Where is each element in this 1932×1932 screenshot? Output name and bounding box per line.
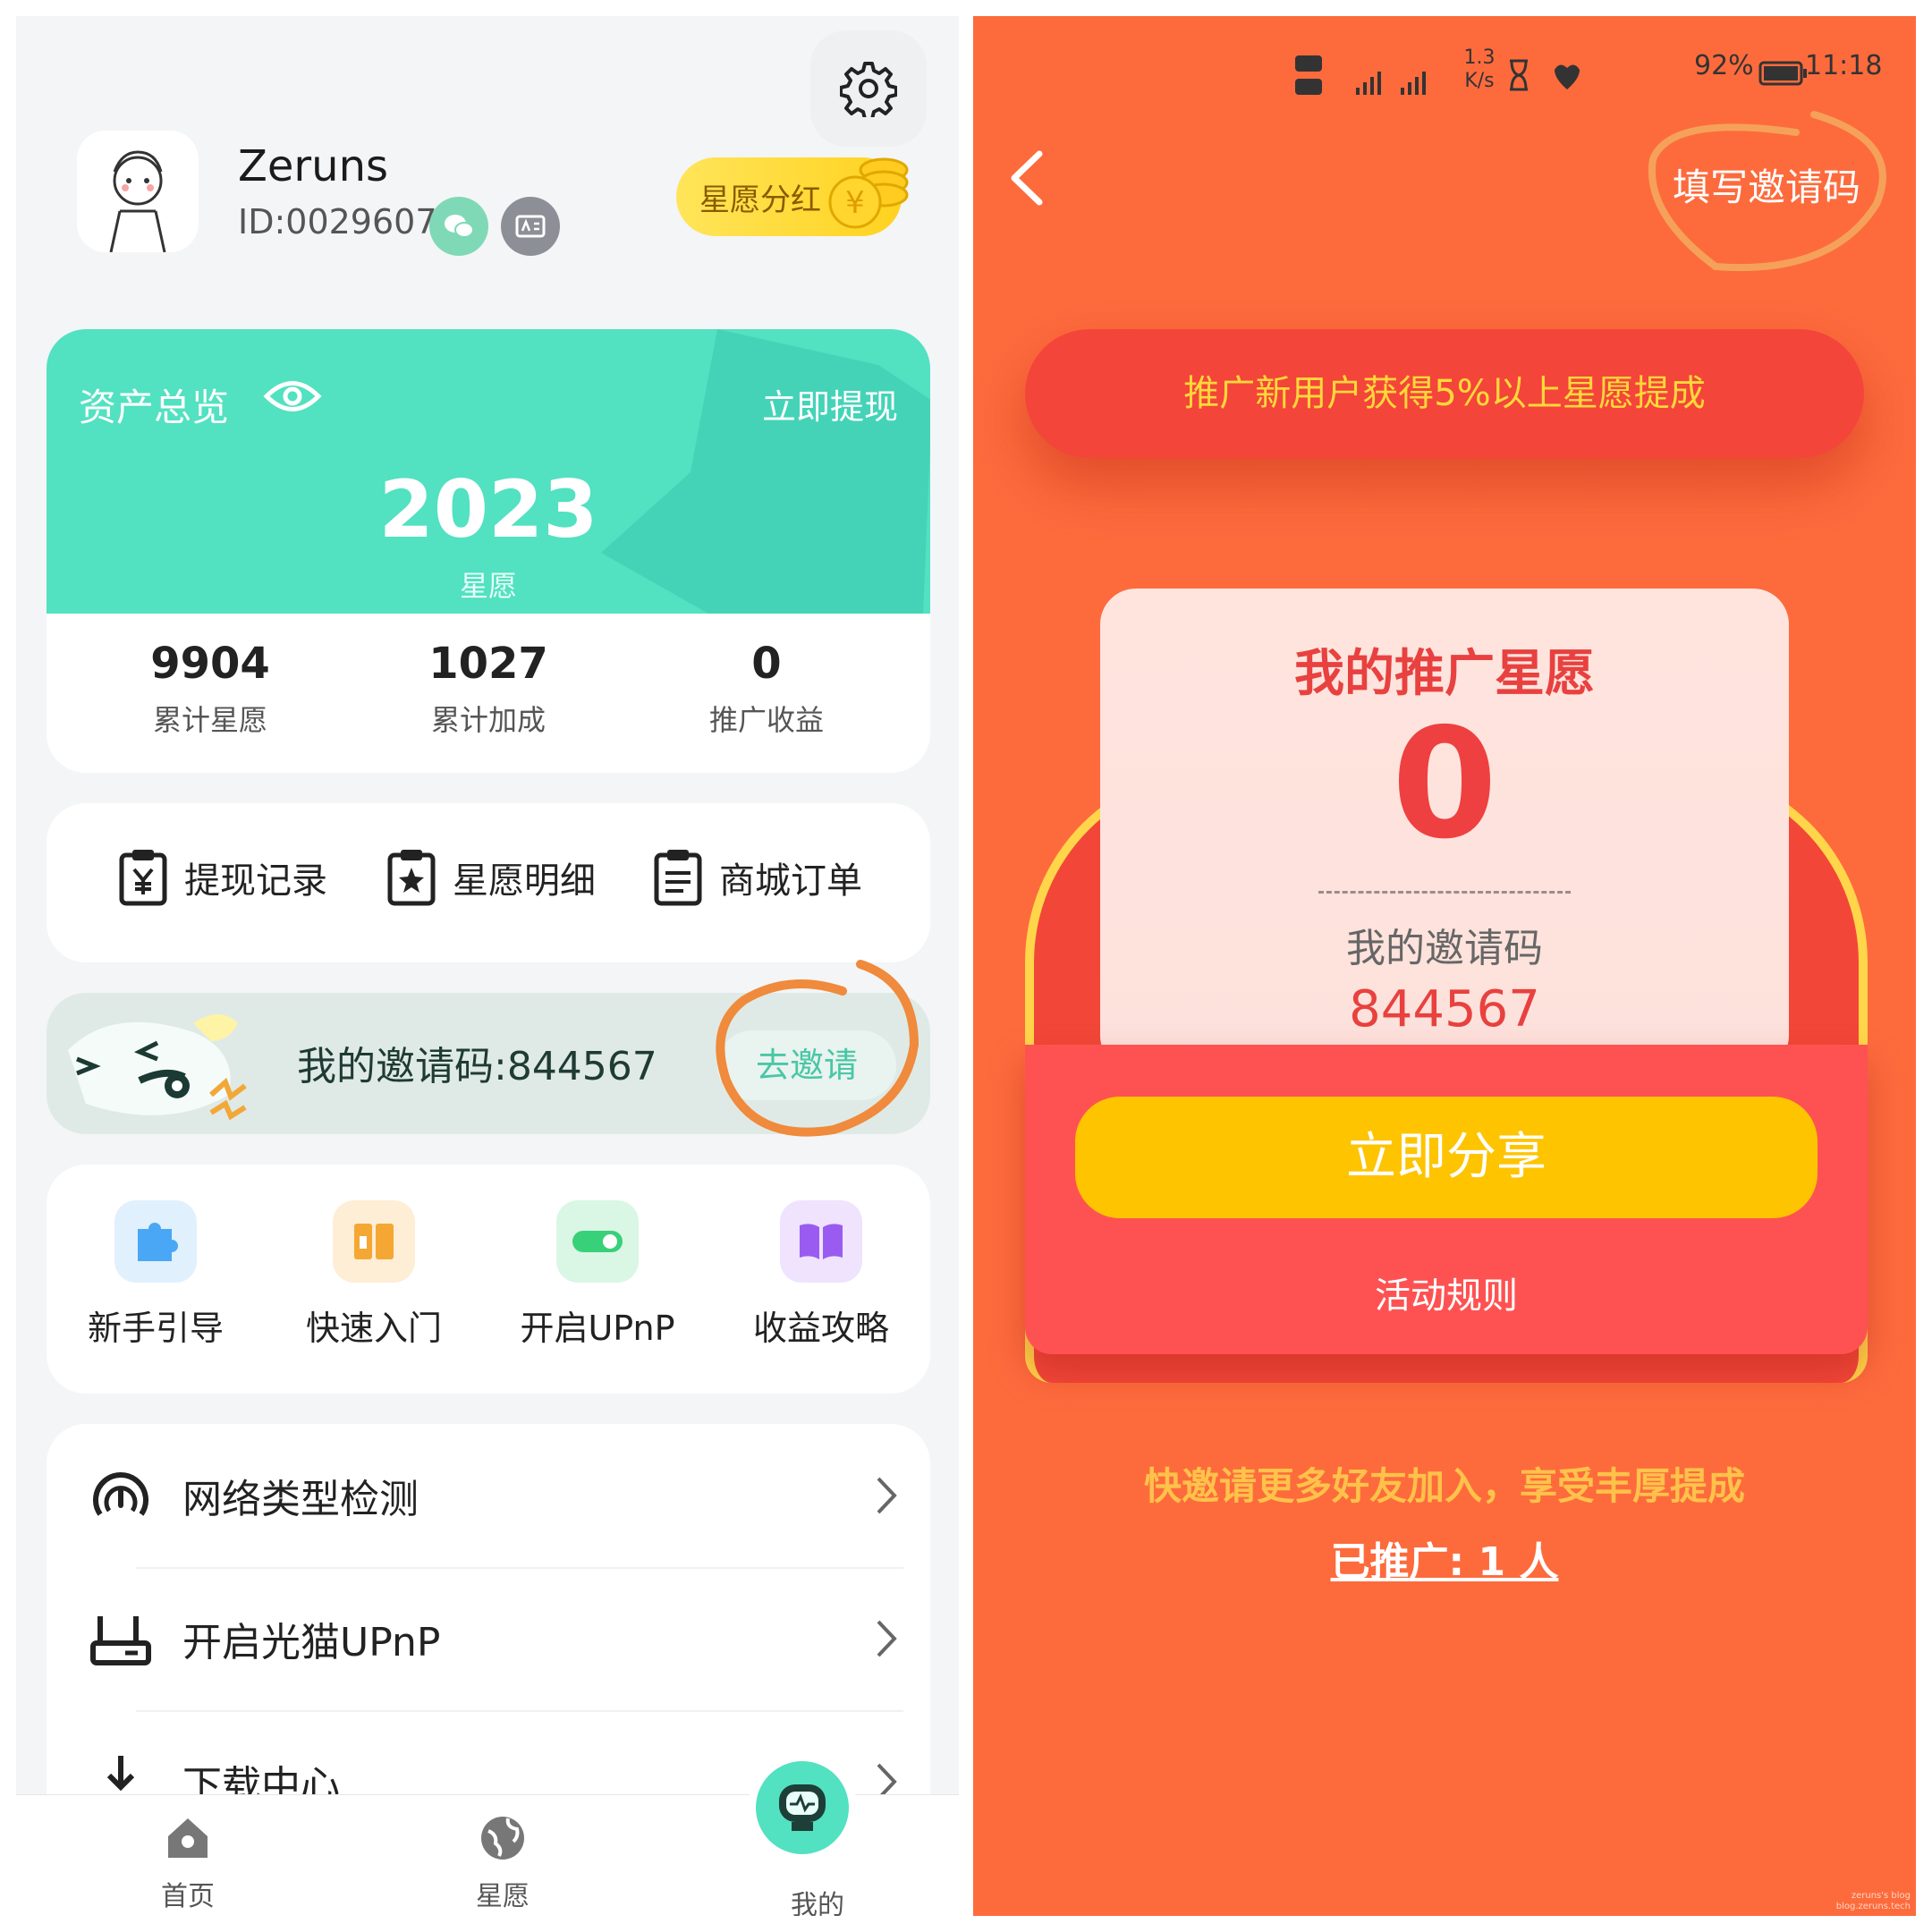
activity-rules-link[interactable]: 活动规则 [1025,1267,1868,1318]
tools-card: 新手引导 快速入门 开启UPnP 收益攻略 [47,1165,930,1394]
asset-amount: 2023 [378,463,598,555]
home-icon [168,1818,208,1858]
username: Zeruns [238,141,388,191]
tab-me-button[interactable] [748,1753,857,1862]
tool-label: 快速入门 [305,1309,442,1348]
watermark-line: zeruns's blog [1851,1891,1911,1901]
asset-overview-card: 资产总览 立即提现 2023 星愿 9904 累计星愿 1027 累计加成 0 … [47,329,930,773]
quick-link-label: 提现记录 [184,860,327,902]
stat-total-bonus: 1027 累计加成 [341,639,636,739]
id-card-button[interactable] [501,197,560,256]
tool-label: 收益攻略 [752,1309,889,1348]
promo-card-title: 我的推广星愿 [1294,645,1595,703]
watermark: zeruns's blog blog.zeruns.tech [1836,1891,1911,1912]
asset-unit: 星愿 [459,569,517,603]
invite-more-text: 快邀请更多好友加入，享受丰厚提成 [1143,1464,1745,1508]
orange-circle-annotation [1648,111,1886,272]
enable-upnp-tool[interactable]: 开启UPnP [490,1200,705,1350]
tool-label: 新手引导 [87,1309,224,1348]
menu-label: 开启光猫UPnP [182,1620,441,1665]
wechat-icon [445,215,474,238]
promo-card: 我的推广星愿 0 我的邀请码 844567 [1100,589,1789,1072]
invite-code-value[interactable]: 844567 [1100,980,1789,1038]
earnings-guide-tool[interactable]: 收益攻略 [714,1200,928,1350]
battery-percent: 92% [1694,50,1754,81]
clock: 11:18 [1805,50,1883,81]
menu-label: 网络类型检测 [182,1477,419,1522]
avatar-sketch-icon [109,150,166,252]
promo-stars-value: 0 [1391,696,1498,873]
modem-upnp-item[interactable]: 开启光猫UPnP [47,1567,930,1710]
quick-link-label: 星愿明细 [453,860,596,902]
hourglass-heart-icons [1510,59,1580,91]
withdraw-records-link[interactable]: 提现记录 [118,848,327,907]
orange-circle-annotation [716,960,919,1137]
stat-label: 推广收益 [708,703,824,737]
stat-total-stars: 9904 累计星愿 [63,639,358,739]
promo-banner: 推广新用户获得5%以上星愿提成 [1025,329,1864,458]
quick-links-card: 提现记录 星愿明细 商城订单 [47,803,930,962]
toggle-icon [556,1200,639,1283]
star-details-link[interactable]: 星愿明细 [386,848,596,907]
bonus-badge-label: 星愿分红 [699,182,821,218]
invite-code-text: 我的邀请码:844567 [297,1044,657,1089]
svg-text:¥: ¥ [845,185,865,221]
star-clipboard-icon [387,850,436,906]
dashed-divider [1318,891,1571,894]
puzzle-icon [114,1200,197,1283]
tool-label: 开启UPnP [520,1309,675,1348]
speedometer-icon [93,1472,148,1516]
stat-value: 1027 [428,639,548,689]
stat-label: 累计星愿 [152,703,267,737]
list-clipboard-icon [654,850,702,906]
router-icon [90,1616,151,1665]
network-speed: 1.3 K/s [1463,47,1496,92]
envelope-front: 立即分享 活动规则 [1025,1045,1868,1354]
network-check-item[interactable]: 网络类型检测 [47,1424,930,1567]
quick-start-tool[interactable]: 快速入门 [267,1200,481,1350]
chevron-right-icon [877,1477,897,1514]
invite-screen: 1.3 K/s 92% 11:18 填写邀请码 推广新用户获得5%以上星愿提成 … [973,16,1916,1916]
tab-label: 首页 [161,1881,215,1912]
tab-label: 我的 [791,1890,844,1916]
mall-orders-link[interactable]: 商城订单 [653,848,862,907]
mascot-icon [68,1014,247,1121]
stat-value: 9904 [150,639,270,689]
tab-me[interactable]: 我的 [755,1883,880,1916]
robot-icon [779,1784,826,1831]
settings-button[interactable] [810,30,927,147]
book-icon [780,1200,862,1283]
gear-icon [840,62,897,117]
profile-screen: Zeruns ID:0029607 星愿分红 ¥ 资产总览 立即提现 2023 … [16,16,959,1916]
coins-icon: ¥ [828,157,909,229]
back-arrow-icon[interactable] [1007,148,1046,208]
withdraw-now-link[interactable]: 立即提现 [762,379,898,428]
share-now-button[interactable]: 立即分享 [1075,1097,1818,1218]
globe-icon [481,1817,524,1860]
invite-code-label: 我的邀请码 [1346,926,1543,971]
watermark-line: blog.zeruns.tech [1835,1902,1911,1911]
avatar[interactable] [77,131,199,252]
eye-icon[interactable] [263,376,322,417]
user-id: ID:0029607 [238,202,437,242]
tab-home[interactable]: 首页 [125,1811,250,1913]
door-icon [333,1200,415,1283]
yen-clipboard-icon [119,850,167,906]
promoted-count-link[interactable]: 已推广: 1 人 [973,1530,1916,1587]
beginner-guide-tool[interactable]: 新手引导 [48,1200,263,1350]
stat-value: 0 [751,639,782,689]
chevron-right-icon [877,1620,897,1657]
battery-icon [1758,61,1807,86]
stat-promo-earnings: 0 推广收益 [619,639,914,739]
tab-stars[interactable]: 星愿 [440,1811,565,1913]
id-card-icon [515,215,546,238]
asset-summary: 资产总览 立即提现 2023 星愿 [47,329,930,614]
wechat-button[interactable] [429,197,488,256]
quick-link-label: 商城订单 [719,860,862,902]
asset-title: 资产总览 [79,386,230,429]
status-signal-icons [1295,55,1426,95]
stat-label: 累计加成 [430,703,546,737]
tab-label: 星愿 [476,1881,530,1912]
